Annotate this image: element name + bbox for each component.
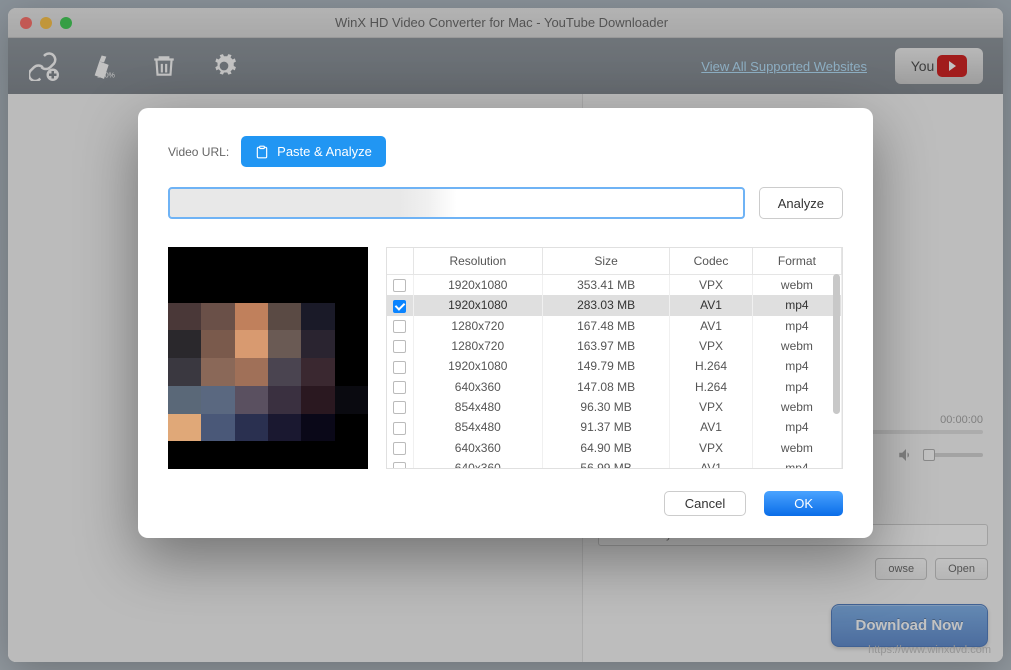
cell-format: mp4 bbox=[752, 458, 841, 468]
cell-resolution: 640x360 bbox=[413, 438, 543, 458]
cell-codec: VPX bbox=[670, 397, 753, 417]
cell-size: 353.41 MB bbox=[543, 275, 670, 296]
cell-format: webm bbox=[752, 275, 841, 296]
format-row[interactable]: 640x36056.99 MBAV1mp4 bbox=[387, 458, 842, 468]
format-row[interactable]: 1920x1080353.41 MBVPXwebm bbox=[387, 275, 842, 296]
row-checkbox[interactable] bbox=[393, 300, 406, 313]
format-row[interactable]: 1280x720163.97 MBVPXwebm bbox=[387, 336, 842, 356]
video-thumbnail bbox=[168, 247, 368, 469]
col-format: Format bbox=[752, 248, 841, 275]
row-checkbox[interactable] bbox=[393, 361, 406, 374]
cell-format: mp4 bbox=[752, 377, 841, 397]
cell-resolution: 1920x1080 bbox=[413, 275, 543, 296]
cell-size: 91.37 MB bbox=[543, 417, 670, 437]
cell-codec: AV1 bbox=[670, 417, 753, 437]
row-checkbox[interactable] bbox=[393, 320, 406, 333]
cell-resolution: 854x480 bbox=[413, 397, 543, 417]
cell-size: 283.03 MB bbox=[543, 295, 670, 315]
cell-size: 149.79 MB bbox=[543, 356, 670, 376]
format-row[interactable]: 1280x720167.48 MBAV1mp4 bbox=[387, 316, 842, 336]
cell-codec: VPX bbox=[670, 336, 753, 356]
format-row[interactable]: 1920x1080283.03 MBAV1mp4 bbox=[387, 295, 842, 315]
paste-analyze-label: Paste & Analyze bbox=[277, 144, 372, 159]
row-checkbox[interactable] bbox=[393, 340, 406, 353]
cell-resolution: 1280x720 bbox=[413, 316, 543, 336]
row-checkbox[interactable] bbox=[393, 401, 406, 414]
cell-resolution: 640x360 bbox=[413, 377, 543, 397]
modal-overlay: Video URL: Paste & Analyze Analyze bbox=[0, 0, 1011, 670]
analyze-modal: Video URL: Paste & Analyze Analyze bbox=[138, 108, 873, 538]
row-checkbox[interactable] bbox=[393, 442, 406, 455]
cell-resolution: 1920x1080 bbox=[413, 356, 543, 376]
formats-table: Resolution Size Codec Format 1920x108035… bbox=[386, 247, 843, 469]
cell-codec: H.264 bbox=[670, 356, 753, 376]
cell-codec: H.264 bbox=[670, 377, 753, 397]
table-scrollbar[interactable] bbox=[833, 274, 840, 414]
format-row[interactable]: 640x36064.90 MBVPXwebm bbox=[387, 438, 842, 458]
format-row[interactable]: 854x48091.37 MBAV1mp4 bbox=[387, 417, 842, 437]
url-input[interactable] bbox=[168, 187, 745, 219]
cell-size: 96.30 MB bbox=[543, 397, 670, 417]
cell-format: mp4 bbox=[752, 295, 841, 315]
cell-format: webm bbox=[752, 336, 841, 356]
cell-codec: VPX bbox=[670, 438, 753, 458]
row-checkbox[interactable] bbox=[393, 462, 406, 468]
col-size: Size bbox=[543, 248, 670, 275]
cell-codec: AV1 bbox=[670, 316, 753, 336]
format-row[interactable]: 640x360147.08 MBH.264mp4 bbox=[387, 377, 842, 397]
cell-codec: AV1 bbox=[670, 295, 753, 315]
row-checkbox[interactable] bbox=[393, 279, 406, 292]
format-row[interactable]: 1920x1080149.79 MBH.264mp4 bbox=[387, 356, 842, 376]
cell-format: webm bbox=[752, 397, 841, 417]
cancel-button[interactable]: Cancel bbox=[664, 491, 746, 516]
cell-size: 56.99 MB bbox=[543, 458, 670, 468]
cell-resolution: 854x480 bbox=[413, 417, 543, 437]
video-url-label: Video URL: bbox=[168, 145, 229, 159]
clipboard-icon bbox=[255, 145, 269, 159]
cell-resolution: 1920x1080 bbox=[413, 295, 543, 315]
cell-format: mp4 bbox=[752, 417, 841, 437]
cell-size: 147.08 MB bbox=[543, 377, 670, 397]
ok-button[interactable]: OK bbox=[764, 491, 843, 516]
row-checkbox[interactable] bbox=[393, 422, 406, 435]
cell-size: 163.97 MB bbox=[543, 336, 670, 356]
cell-format: mp4 bbox=[752, 316, 841, 336]
paste-analyze-button[interactable]: Paste & Analyze bbox=[241, 136, 386, 167]
cell-resolution: 1280x720 bbox=[413, 336, 543, 356]
analyze-button[interactable]: Analyze bbox=[759, 187, 843, 219]
format-row[interactable]: 854x48096.30 MBVPXwebm bbox=[387, 397, 842, 417]
cell-codec: AV1 bbox=[670, 458, 753, 468]
col-resolution: Resolution bbox=[413, 248, 543, 275]
cell-format: webm bbox=[752, 438, 841, 458]
cell-size: 64.90 MB bbox=[543, 438, 670, 458]
cell-format: mp4 bbox=[752, 356, 841, 376]
cell-size: 167.48 MB bbox=[543, 316, 670, 336]
cell-codec: VPX bbox=[670, 275, 753, 296]
col-codec: Codec bbox=[670, 248, 753, 275]
cell-resolution: 640x360 bbox=[413, 458, 543, 468]
row-checkbox[interactable] bbox=[393, 381, 406, 394]
